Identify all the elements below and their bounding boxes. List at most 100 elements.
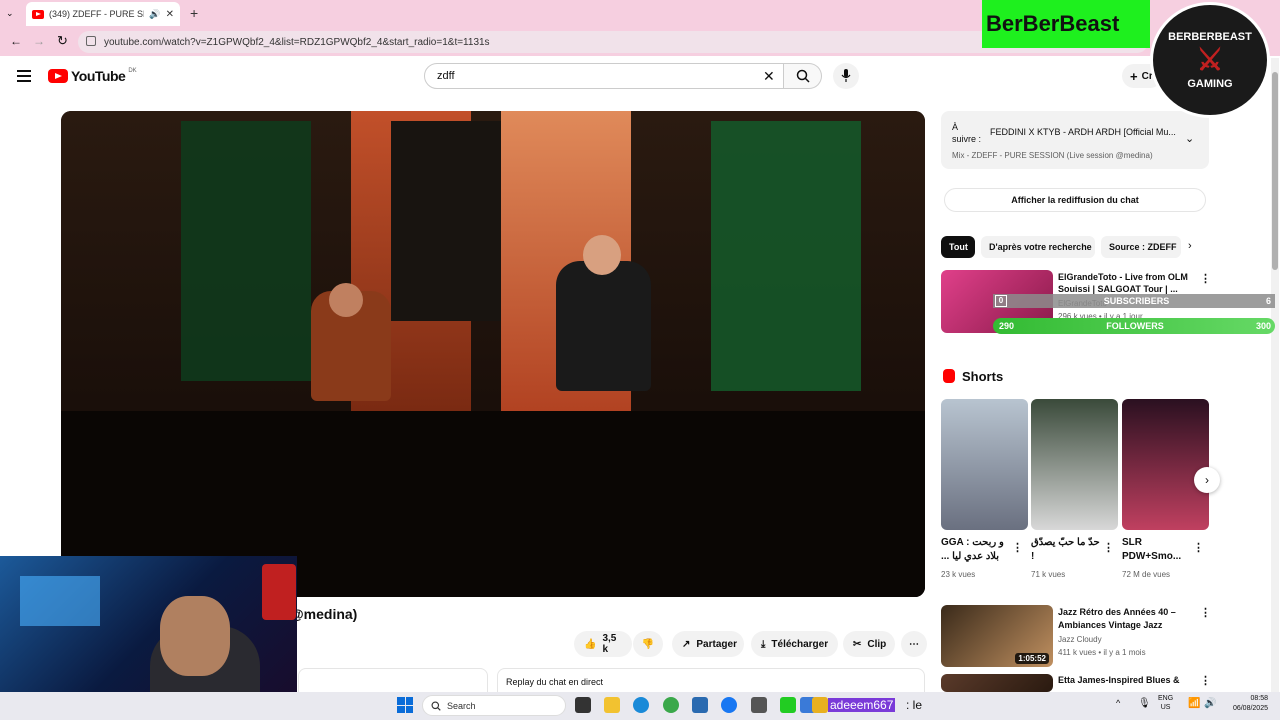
followers-left: 290: [999, 321, 1015, 331]
brand-text: BerBerBeast: [986, 11, 1120, 36]
dislike-button[interactable]: 👎: [633, 631, 663, 657]
browser-tab[interactable]: (349) ZDEFF - PURE SESSIO 🔊 ✕: [26, 2, 180, 26]
rec-title-line1[interactable]: Jazz Rétro des Années 40 –: [1058, 606, 1176, 618]
tab-list-chevron-icon[interactable]: ⌄: [6, 8, 14, 19]
clear-search-icon[interactable]: ✕: [763, 68, 775, 85]
share-label: Partager: [696, 638, 737, 650]
subscribers-bar: 0 SUBSCRIBERS 6: [993, 294, 1275, 308]
file-explorer-icon[interactable]: [604, 697, 620, 713]
more-actions-button[interactable]: ⋯: [901, 631, 927, 657]
followers-label: FOLLOWERS: [1106, 321, 1164, 331]
app-icon[interactable]: [751, 697, 767, 713]
speaker-icon[interactable]: 🔊: [149, 9, 160, 20]
chip-related-search[interactable]: D'après votre recherche: [981, 236, 1095, 258]
more-vert-icon[interactable]: ⋮: [1103, 541, 1114, 554]
clip-button[interactable]: ✂ Clip: [843, 631, 895, 657]
taskbar-search-label: Search: [447, 700, 476, 711]
clock-date: 06/08/2025: [1232, 705, 1268, 712]
badge-line2: GAMING: [1187, 77, 1233, 90]
plus-icon: +: [1130, 68, 1138, 84]
language-indicator[interactable]: ENG US: [1158, 694, 1173, 712]
close-tab-icon[interactable]: ✕: [166, 9, 174, 20]
followers-right: 300: [1255, 321, 1271, 331]
short-title-line1[interactable]: SLR: [1122, 537, 1142, 549]
new-tab-button[interactable]: +: [190, 5, 198, 21]
short-thumbnail[interactable]: [941, 399, 1028, 530]
kick-icon[interactable]: [780, 697, 796, 713]
green-window-left: [181, 121, 311, 381]
microphone-icon: [841, 69, 851, 82]
shorts-next-button[interactable]: ›: [1194, 467, 1220, 493]
short-title-line1[interactable]: GGA : و ربحت: [941, 537, 1004, 549]
short-title-line2[interactable]: ... بلاد عدي ليا: [941, 551, 999, 563]
video-thumbnail[interactable]: 1:05:52: [941, 605, 1053, 667]
facebook-icon[interactable]: [721, 697, 737, 713]
youtube-favicon-icon: [32, 9, 44, 19]
store-icon[interactable]: [692, 697, 708, 713]
followers-bar: 290 FOLLOWERS 300: [993, 318, 1275, 334]
wifi-icon[interactable]: 📶: [1188, 698, 1200, 709]
like-button[interactable]: 👍 3,5 k: [574, 631, 632, 657]
hamburger-menu-icon[interactable]: [17, 70, 31, 82]
app-icon[interactable]: [812, 697, 828, 713]
subs-right: 6: [1265, 296, 1271, 306]
chevron-right-icon[interactable]: ›: [1188, 240, 1192, 252]
up-next-panel[interactable]: À suivre : FEDDINI X KTYB - ARDH ARDH [O…: [941, 111, 1209, 169]
taskbar-search[interactable]: Search: [422, 695, 566, 716]
back-icon[interactable]: ←: [10, 34, 22, 48]
more-vert-icon[interactable]: ⋮: [1200, 606, 1211, 619]
more-vert-icon[interactable]: ⋮: [1012, 541, 1023, 554]
video-player[interactable]: [61, 111, 925, 597]
up-next-subtitle: Mix - ZDEFF - PURE SESSION (Live session…: [952, 151, 1153, 160]
show-chat-replay-label: Afficher la rediffusion du chat: [1011, 195, 1139, 205]
share-button[interactable]: ↗ Partager: [672, 631, 744, 657]
up-next-title: FEDDINI X KTYB - ARDH ARDH [Official Mu.…: [990, 127, 1176, 137]
youtube-logo[interactable]: YouTube DK: [48, 68, 137, 84]
task-view-icon[interactable]: [575, 697, 591, 713]
rec-channel[interactable]: Jazz Cloudy: [1058, 634, 1102, 646]
forward-icon[interactable]: →: [33, 34, 45, 48]
more-vert-icon[interactable]: ⋮: [1193, 541, 1204, 554]
short-title-line2[interactable]: PDW+Smo...: [1122, 551, 1181, 563]
edge-icon[interactable]: [633, 697, 649, 713]
rec-title-line1[interactable]: Etta James-Inspired Blues &: [1058, 674, 1180, 686]
crossed-swords-icon: ⚔: [1196, 43, 1224, 77]
search-button[interactable]: [784, 63, 822, 89]
rec-title-line2[interactable]: Ambiances Vintage Jazz: [1058, 619, 1162, 631]
short-thumbnail[interactable]: [1031, 399, 1118, 530]
chip-all[interactable]: Tout: [941, 236, 975, 258]
region-code: US: [1160, 704, 1171, 711]
short-thumbnail[interactable]: [1122, 399, 1209, 530]
more-icon: ⋯: [909, 638, 919, 650]
rec-title-line1[interactable]: ElGrandeToto - Live from OLM: [1058, 271, 1188, 283]
chevron-down-icon[interactable]: ⌄: [1185, 132, 1194, 145]
download-button[interactable]: ⤓ Télécharger: [751, 631, 838, 657]
video-thumbnail[interactable]: [941, 674, 1053, 692]
more-vert-icon[interactable]: ⋮: [1200, 674, 1211, 687]
rec-meta: 411 k vues • il y a 1 mois: [1058, 648, 1146, 657]
tray-chevron-icon[interactable]: ^: [1116, 698, 1120, 708]
short-views: 72 M de vues: [1122, 570, 1171, 579]
show-chat-replay-button[interactable]: Afficher la rediffusion du chat: [944, 188, 1206, 212]
more-vert-icon[interactable]: ⋮: [1200, 272, 1211, 285]
logo-text: YouTube: [71, 68, 126, 84]
volume-icon[interactable]: 🔊: [1204, 698, 1216, 709]
chip-source[interactable]: Source : ZDEFF: [1101, 236, 1181, 258]
short-title-line1[interactable]: حدّ ما حبّ يصدّق: [1031, 537, 1100, 549]
scrollbar-thumb[interactable]: [1272, 72, 1278, 270]
performer-right-head: [583, 235, 621, 275]
windows-start-icon[interactable]: [397, 697, 413, 713]
performer-seated-right: [556, 261, 651, 391]
reload-icon[interactable]: ↻: [57, 33, 68, 49]
short-views: 71 k vues: [1031, 570, 1066, 579]
voice-search-button[interactable]: [833, 63, 859, 89]
short-title-line2[interactable]: !: [1031, 551, 1034, 563]
chrome-icon[interactable]: [663, 697, 679, 713]
search-input[interactable]: zdff: [424, 63, 784, 89]
clock[interactable]: 08:58 06/08/2025: [1226, 694, 1268, 714]
thumbs-up-icon: 👍: [584, 638, 597, 650]
video-title: @medina): [290, 606, 358, 622]
microphone-tray-icon[interactable]: 🎙: [1138, 698, 1151, 709]
url-text: youtube.com/watch?v=Z1GPWQbf2_4&list=RDZ…: [104, 36, 490, 48]
site-info-icon[interactable]: [86, 36, 96, 46]
